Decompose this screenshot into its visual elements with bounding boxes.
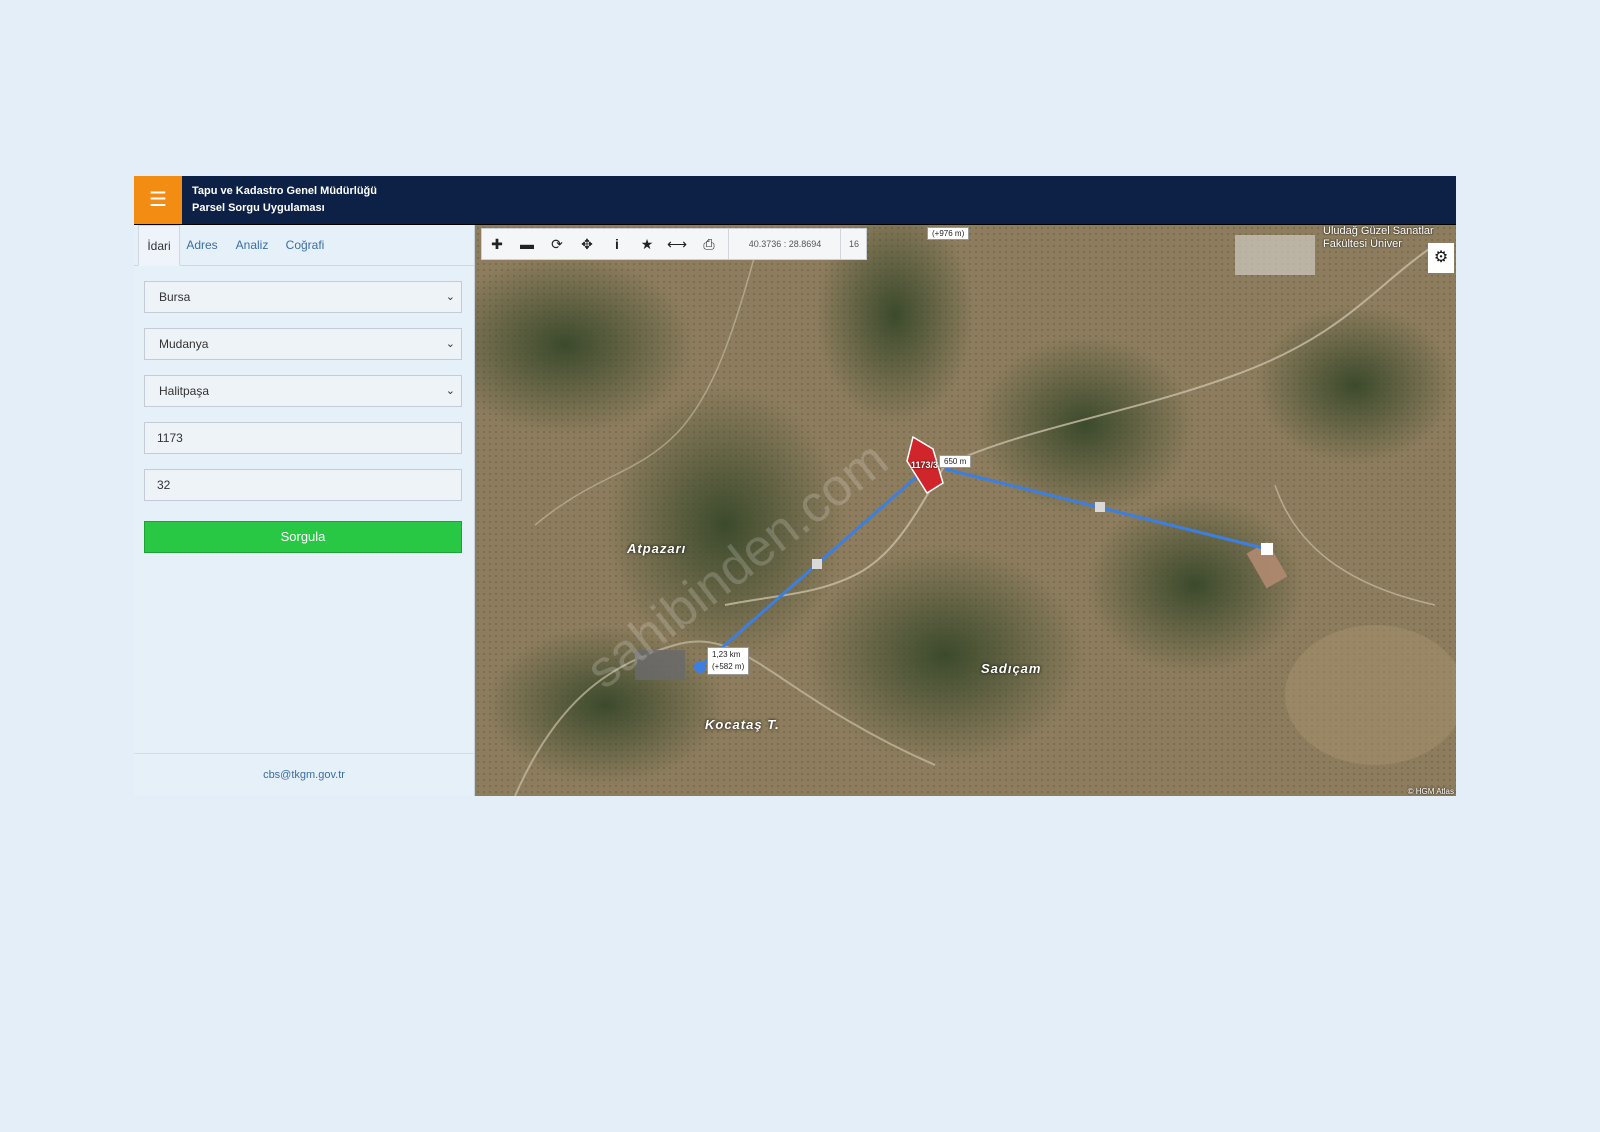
info-icon[interactable]: i — [602, 229, 632, 259]
block-number-value: 1173 — [157, 431, 183, 445]
province-select-value: Bursa — [159, 290, 191, 304]
district-select-value: Mudanya — [159, 337, 209, 351]
star-icon[interactable]: ★ — [632, 229, 662, 259]
locate-icon[interactable]: ✥ — [572, 229, 602, 259]
tab-bar: İdari Adres Analiz Coğrafi — [134, 225, 474, 266]
satellite-imagery — [475, 225, 1456, 796]
map-attribution: © HGM Atlas — [1407, 787, 1454, 796]
parcel-label: 1173/3 — [911, 460, 939, 470]
coordinate-readout: 40.3736 : 28.8694 — [728, 229, 841, 259]
place-label-sadicam: Sadıçam — [981, 661, 1042, 676]
zoom-in-icon[interactable]: ✚ — [482, 229, 512, 259]
map-toolbar: ✚ ▬ ⟳ ✥ i ★ ⟷ ⎙ 40.3736 : 28.8694 16 — [481, 228, 867, 260]
chevron-down-icon: ⌄ — [445, 338, 455, 350]
parcel-number-input[interactable]: 32 — [144, 469, 462, 501]
sidebar-panel: İdari Adres Analiz Coğrafi Bursa ⌄ Mudan… — [134, 225, 475, 796]
zoom-out-icon[interactable]: ▬ — [512, 229, 542, 259]
block-number-input[interactable]: 1173 — [144, 422, 462, 454]
zoom-level-readout: 16 — [840, 229, 867, 259]
app-title-line1: Tapu ve Kadastro Genel Müdürlüğü — [192, 185, 377, 197]
poi-label-line1: Uludağ Güzel Sanatlar — [1323, 225, 1434, 237]
place-label-atpazari: Atpazarı — [627, 541, 687, 556]
refresh-icon[interactable]: ⟳ — [542, 229, 572, 259]
poi-label: Uludağ Güzel Sanatlar Fakültesi Üniver — [1323, 225, 1434, 251]
hamburger-menu-button[interactable]: ☰ — [134, 176, 182, 224]
measure-tooltip-1: 650 m — [939, 455, 972, 468]
parcel-number-value: 32 — [157, 478, 171, 492]
footer-email-link[interactable]: cbs@tkgm.gov.tr — [134, 753, 474, 796]
header-bar: ☰ Tapu ve Kadastro Genel Müdürlüğü Parse… — [134, 176, 1456, 225]
measure-tooltip-2: 1,23 km (+582 m) — [707, 647, 750, 675]
elevation-tooltip: (+976 m) — [927, 227, 970, 240]
tab-idari[interactable]: İdari — [138, 225, 180, 266]
settings-gear-icon[interactable]: ⚙ — [1428, 243, 1454, 273]
tab-cografi[interactable]: Coğrafi — [282, 225, 328, 265]
poi-label-line2: Fakültesi Üniver — [1323, 238, 1402, 250]
query-button[interactable]: Sorgula — [144, 521, 462, 553]
neighborhood-select-value: Halitpaşa — [159, 384, 210, 398]
province-select[interactable]: Bursa ⌄ — [144, 281, 462, 313]
neighborhood-select[interactable]: Halitpaşa ⌄ — [144, 375, 462, 407]
print-icon[interactable]: ⎙ — [694, 229, 724, 259]
place-label-kocatas: Kocataş T. — [705, 717, 780, 732]
measure-icon[interactable]: ⟷ — [662, 229, 692, 259]
measure-elevation: (+582 m) — [712, 662, 745, 671]
measure-distance: 1,23 km — [712, 650, 741, 659]
chevron-down-icon: ⌄ — [445, 291, 455, 303]
hamburger-icon: ☰ — [149, 189, 167, 211]
chevron-down-icon: ⌄ — [445, 385, 455, 397]
app-title-line2: Parsel Sorgu Uygulaması — [192, 202, 325, 214]
map-view[interactable]: sahibinden.com ✚ ▬ ⟳ ✥ i ★ ⟷ ⎙ 40.3736 :… — [475, 225, 1456, 796]
district-select[interactable]: Mudanya ⌄ — [144, 328, 462, 360]
tab-analiz[interactable]: Analiz — [230, 225, 274, 265]
tab-adres[interactable]: Adres — [182, 225, 222, 265]
app-window: ☰ Tapu ve Kadastro Genel Müdürlüğü Parse… — [134, 176, 1456, 796]
